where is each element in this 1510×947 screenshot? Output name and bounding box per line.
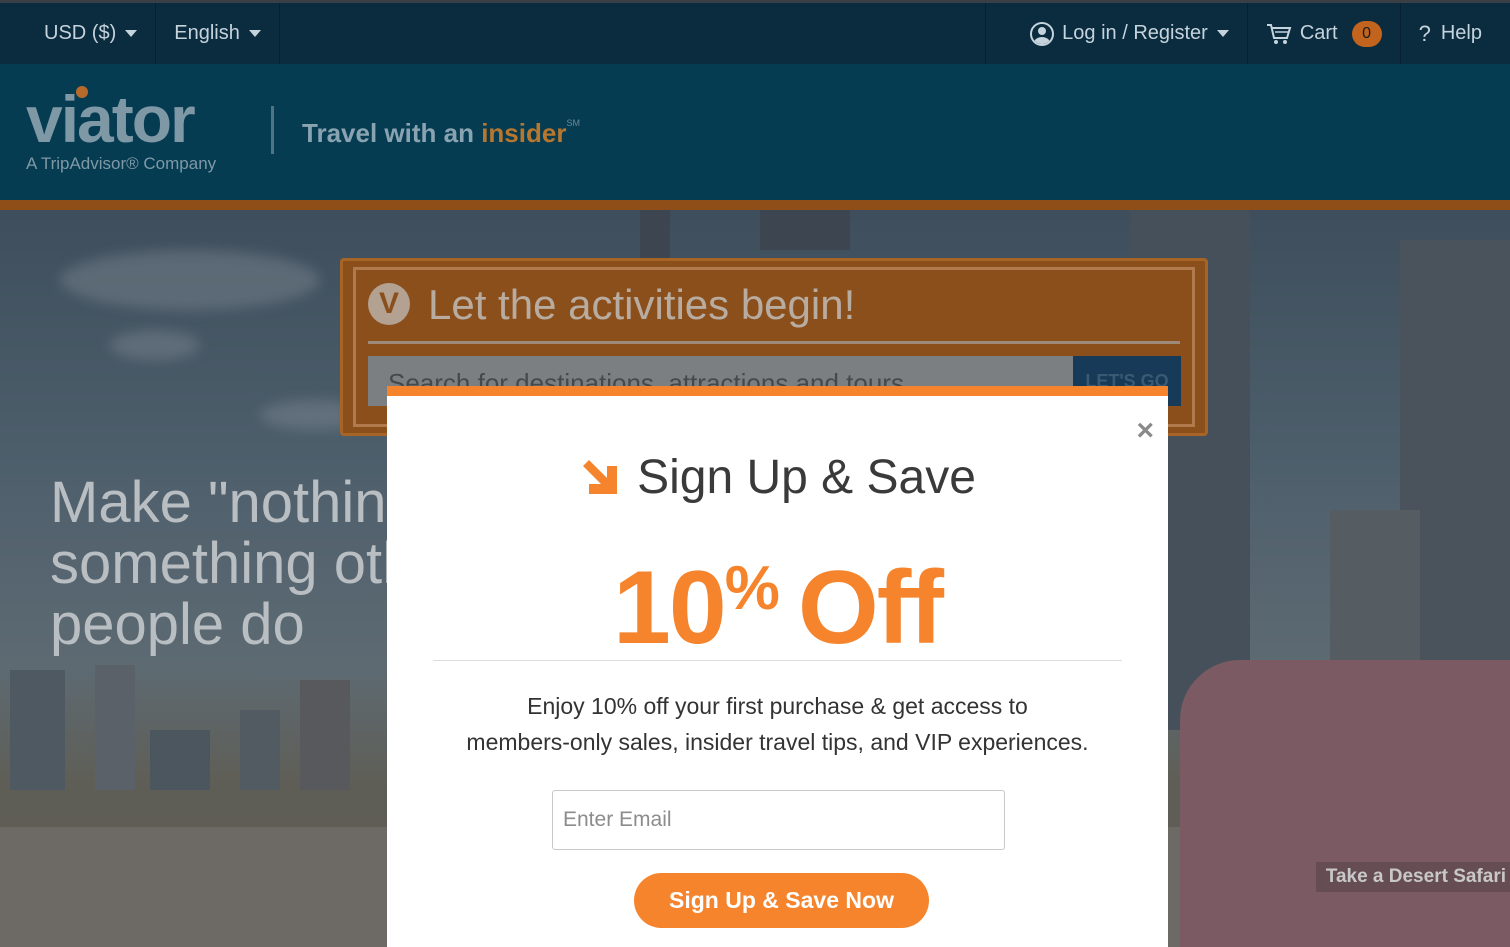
chevron-down-icon bbox=[248, 30, 261, 37]
hero-headline: Make "nothing something oth people do bbox=[50, 472, 419, 655]
hero-line-2: something oth bbox=[50, 531, 415, 596]
login-label: Log in / Register bbox=[1062, 22, 1208, 44]
cloud bbox=[110, 330, 200, 360]
service-mark: SM bbox=[566, 118, 580, 128]
currency-label: USD ($) bbox=[44, 22, 117, 44]
building bbox=[95, 665, 135, 790]
site-header: viator A TripAdvisor® Company Travel wit… bbox=[0, 64, 1510, 210]
cart-link[interactable]: Cart 0 bbox=[1246, 3, 1400, 64]
modal-title: Sign Up & Save bbox=[637, 451, 976, 504]
offer-description: Enjoy 10% off your first purchase & get … bbox=[427, 688, 1128, 760]
building bbox=[760, 210, 850, 250]
hero-line-1: Make "nothing bbox=[50, 470, 419, 535]
top-bar: USD ($) English Log in / Register Cart 0… bbox=[0, 0, 1510, 64]
description-line-1: Enjoy 10% off your first purchase & get … bbox=[527, 693, 1028, 719]
building bbox=[150, 730, 210, 790]
camel-saddle bbox=[1180, 660, 1510, 947]
signup-modal: × Sign Up & Save 10% Off Enjoy 10% off yo… bbox=[387, 386, 1168, 947]
building bbox=[300, 680, 350, 790]
question-icon: ? bbox=[1418, 20, 1431, 46]
tagline: Travel with an insiderSM bbox=[302, 118, 580, 149]
user-icon bbox=[1030, 21, 1055, 46]
currency-selector[interactable]: USD ($) bbox=[0, 3, 157, 64]
chevron-down-icon bbox=[1216, 30, 1229, 37]
email-field[interactable] bbox=[552, 790, 1005, 850]
logo-wordmark: viator bbox=[26, 82, 196, 156]
tagline-prefix: Travel with an bbox=[302, 118, 474, 148]
language-label: English bbox=[174, 22, 240, 44]
sign-up-save-button[interactable]: Sign Up & Save Now bbox=[634, 873, 929, 928]
hero-line-3: people do bbox=[50, 592, 305, 657]
cart-label: Cart bbox=[1299, 22, 1338, 44]
discount-headline: 10% Off bbox=[387, 534, 1168, 663]
cloud bbox=[60, 250, 320, 310]
viator-logo[interactable]: viator A TripAdvisor® Company bbox=[26, 78, 216, 174]
building bbox=[240, 710, 280, 790]
search-title: Let the activities begin! bbox=[428, 281, 856, 328]
arrow-down-right-icon bbox=[583, 459, 618, 494]
modal-header: Sign Up & Save bbox=[387, 450, 1168, 505]
building bbox=[10, 670, 65, 790]
discount-number: 10 bbox=[613, 550, 727, 666]
help-label: Help bbox=[1440, 22, 1482, 44]
help-link[interactable]: ? Help bbox=[1399, 3, 1510, 64]
header-divider bbox=[271, 106, 274, 154]
photo-caption[interactable]: Take a Desert Safari bbox=[1315, 862, 1510, 892]
discount-percent-sign: % bbox=[724, 554, 780, 623]
description-line-2: members-only sales, insider travel tips,… bbox=[466, 729, 1089, 755]
discount-off-word: Off bbox=[797, 550, 944, 666]
close-icon[interactable]: × bbox=[1136, 416, 1154, 446]
chevron-down-icon bbox=[125, 30, 138, 37]
login-register-menu[interactable]: Log in / Register bbox=[985, 3, 1247, 64]
logo-dot bbox=[76, 86, 88, 98]
viator-v-icon: V bbox=[368, 283, 410, 325]
modal-divider bbox=[433, 660, 1122, 661]
search-divider bbox=[368, 341, 1180, 344]
tagline-accent: insider bbox=[481, 118, 567, 148]
cart-count-badge: 0 bbox=[1351, 20, 1382, 47]
language-selector[interactable]: English bbox=[156, 3, 280, 64]
cart-icon bbox=[1266, 23, 1292, 44]
